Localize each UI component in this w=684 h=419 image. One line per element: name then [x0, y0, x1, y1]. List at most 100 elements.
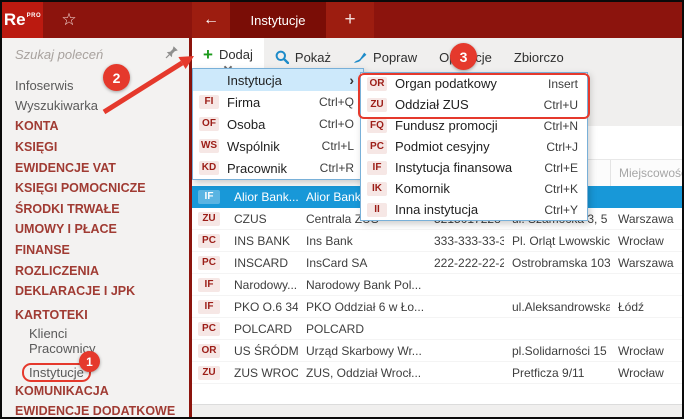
sidebar-item[interactable]: EWIDENCJE DODATKOWE — [2, 401, 189, 419]
row-symbol-cell: PKO O.6 34... — [234, 299, 298, 314]
sidebar-item-label: EWIDENCJE DODATKOWE — [15, 404, 176, 419]
sidebar-item-label: KOMUNIKACJA — [15, 383, 109, 398]
row-city-cell: Wrocław — [618, 365, 664, 380]
sidebar-item-label: Infoserwis — [15, 77, 74, 93]
submenu-item-label: Inna instytucja — [395, 202, 479, 217]
sidebar-item[interactable]: KSIĘGI — [2, 137, 189, 158]
row-symbol-cell: INSCARD — [234, 255, 289, 270]
row-type-badge: IF — [198, 277, 220, 292]
row-symbol-cell: INS BANK — [234, 233, 291, 248]
sidebar-item[interactable]: Infoserwis — [2, 75, 189, 96]
submenu-arrow-icon: › — [349, 72, 354, 88]
search-placeholder: Szukaj poleceń — [15, 46, 104, 62]
sidebar-item[interactable]: Wyszukiwarka — [2, 96, 189, 117]
new-tab-button[interactable]: + — [326, 2, 374, 38]
row-city-cell: Warszawa — [618, 255, 674, 270]
menu-item[interactable]: FI Firma Ctrl+Q › — [193, 91, 363, 113]
submenu-item[interactable]: ZU Oddział ZUS Ctrl+U — [361, 94, 587, 115]
sidebar-item-label: FINANSE — [15, 243, 70, 258]
back-arrow-icon[interactable]: ← — [192, 2, 230, 38]
app-logo: Re PRO — [2, 2, 43, 38]
table-row[interactable]: IF Narodowy... Narodowy Bank Pol... — [192, 274, 682, 296]
sidebar-item-label: Wyszukiwarka — [15, 98, 98, 114]
submenu-item-shortcut: Ctrl+E — [544, 160, 578, 175]
annotation-step-1: 1 — [79, 351, 100, 372]
sidebar-item-label: KSIĘGI — [15, 140, 58, 155]
tab-instytucje[interactable]: Instytucje — [230, 2, 326, 38]
menu-item-badge: OF — [199, 117, 219, 131]
submenu-item-label: Fundusz promocji — [395, 118, 498, 133]
submenu-item-label: Podmiot cesyjny — [395, 139, 490, 154]
search-icon — [275, 50, 289, 64]
bottom-scroll-strip[interactable] — [192, 404, 682, 417]
menu-item[interactable]: WS Wspólnik Ctrl+L › — [193, 135, 363, 157]
sidebar-item[interactable]: KARTOTEKI — [2, 305, 189, 326]
row-nip-cell: 333-333-33-33 — [434, 233, 504, 248]
row-type-badge: PC — [198, 233, 220, 248]
row-symbol-cell: Alior Bank... — [234, 189, 298, 204]
row-type-cell: IF — [192, 277, 226, 292]
table-row[interactable]: PC INS BANK Ins Bank 333-333-33-33 Pl. O… — [192, 230, 682, 252]
submenu-item[interactable]: FQ Fundusz promocji Ctrl+N — [361, 115, 587, 136]
row-type-badge: OR — [198, 343, 220, 358]
table-row[interactable]: ZU ZUS WROC... ZUS, Oddział Wrocł... Pre… — [192, 362, 682, 384]
table-row[interactable]: PC INSCARD InsCard SA 222-222-22-22 Ostr… — [192, 252, 682, 274]
submenu-item[interactable]: PC Podmiot cesyjny Ctrl+J — [361, 136, 587, 157]
row-address-cell: Pretficza 9/11 — [512, 365, 585, 380]
submenu-item-shortcut: Ctrl+Y — [544, 202, 578, 217]
submenu-item-badge: II — [367, 202, 387, 217]
sidebar-item[interactable]: KONTA — [2, 116, 189, 137]
row-type-badge: IF — [198, 299, 220, 314]
submenu-item-badge: IF — [367, 160, 387, 175]
menu-item[interactable]: Instytucja › — [193, 69, 363, 91]
sidebar-item[interactable]: EWIDENCJE VAT — [2, 157, 189, 178]
app-window: Re PRO ☆ ← Instytucje + Szukaj poleceń In… — [0, 0, 684, 419]
sidebar-item[interactable]: FINANSE — [2, 240, 189, 261]
menu-item[interactable]: OF Osoba Ctrl+O › — [193, 113, 363, 135]
table-row[interactable]: IF PKO O.6 34... PKO Oddział 6 w Ło... u… — [192, 296, 682, 318]
sidebar-item[interactable]: DEKLARACJE I JPK — [2, 281, 189, 302]
menu-item-label: Osoba — [227, 116, 266, 132]
instytucja-submenu: OR Organ podatkowy Insert ZU Oddział ZUS… — [360, 72, 588, 221]
row-address-cell: Ostrobramska 103... — [512, 255, 610, 270]
toolbar-button[interactable]: + Zbiorczo — [503, 42, 575, 72]
logo-pro-label: PRO — [26, 13, 42, 19]
sidebar-item-label: KONTA — [15, 119, 59, 134]
row-name-cell: Narodowy Bank Pol... — [306, 277, 422, 292]
sidebar-item[interactable]: ROZLICZENIA — [2, 260, 189, 281]
menu-item-label: Pracownik — [227, 160, 287, 176]
row-type-badge: ZU — [198, 211, 220, 226]
menu-item-shortcut: Ctrl+R — [319, 161, 354, 175]
table-row[interactable]: OR US ŚRÓDM... Urząd Skarbowy Wr... pl.S… — [192, 340, 682, 362]
submenu-item[interactable]: IF Instytucja finansowa Ctrl+E — [361, 157, 587, 178]
add-dropdown-menu: Instytucja › FI Firma Ctrl+Q › OF Osoba … — [192, 68, 364, 180]
menu-item[interactable]: KD Pracownik Ctrl+R › — [193, 157, 363, 179]
table-row[interactable]: PC POLCARD POLCARD — [192, 318, 682, 340]
submenu-item-shortcut: Ctrl+J — [546, 139, 578, 154]
menu-item-shortcut: Ctrl+Q — [318, 95, 354, 109]
row-type-badge: PC — [198, 255, 220, 270]
submenu-item-shortcut: Ctrl+U — [543, 97, 578, 112]
toolbar-button-main: + Pokaż — [275, 50, 331, 65]
sidebar-item[interactable]: KOMUNIKACJA — [2, 381, 189, 402]
menu-item-shortcut: Ctrl+L — [321, 139, 354, 153]
submenu-item[interactable]: II Inna instytucja Ctrl+Y — [361, 199, 587, 220]
sidebar-item[interactable]: UMOWY I PŁACE — [2, 219, 189, 240]
row-type-badge: PC — [198, 321, 220, 336]
submenu-item-label: Oddział ZUS — [395, 97, 469, 112]
row-city-cell: Wrocław — [618, 233, 664, 248]
sidebar-item[interactable]: ŚRODKI TRWAŁE — [2, 199, 189, 220]
sidebar-item[interactable]: Klienci — [2, 325, 189, 341]
row-type-cell: PC — [192, 255, 226, 270]
header-city-col[interactable]: Miejscowość — [610, 160, 682, 186]
submenu-item[interactable]: IK Komornik Ctrl+K — [361, 178, 587, 199]
annotation-step-3: 3 — [450, 43, 477, 70]
command-search[interactable]: Szukaj poleceń — [2, 38, 189, 70]
favorites-star-icon[interactable]: ☆ — [54, 2, 84, 38]
submenu-item[interactable]: OR Organ podatkowy Insert — [361, 73, 587, 94]
sidebar-item[interactable]: KSIĘGI POMOCNICZE — [2, 178, 189, 199]
menu-item-shortcut: Ctrl+O — [318, 117, 354, 131]
submenu-item-badge: ZU — [367, 97, 387, 112]
row-type-cell: IF — [192, 189, 226, 204]
pin-icon[interactable] — [165, 45, 179, 64]
